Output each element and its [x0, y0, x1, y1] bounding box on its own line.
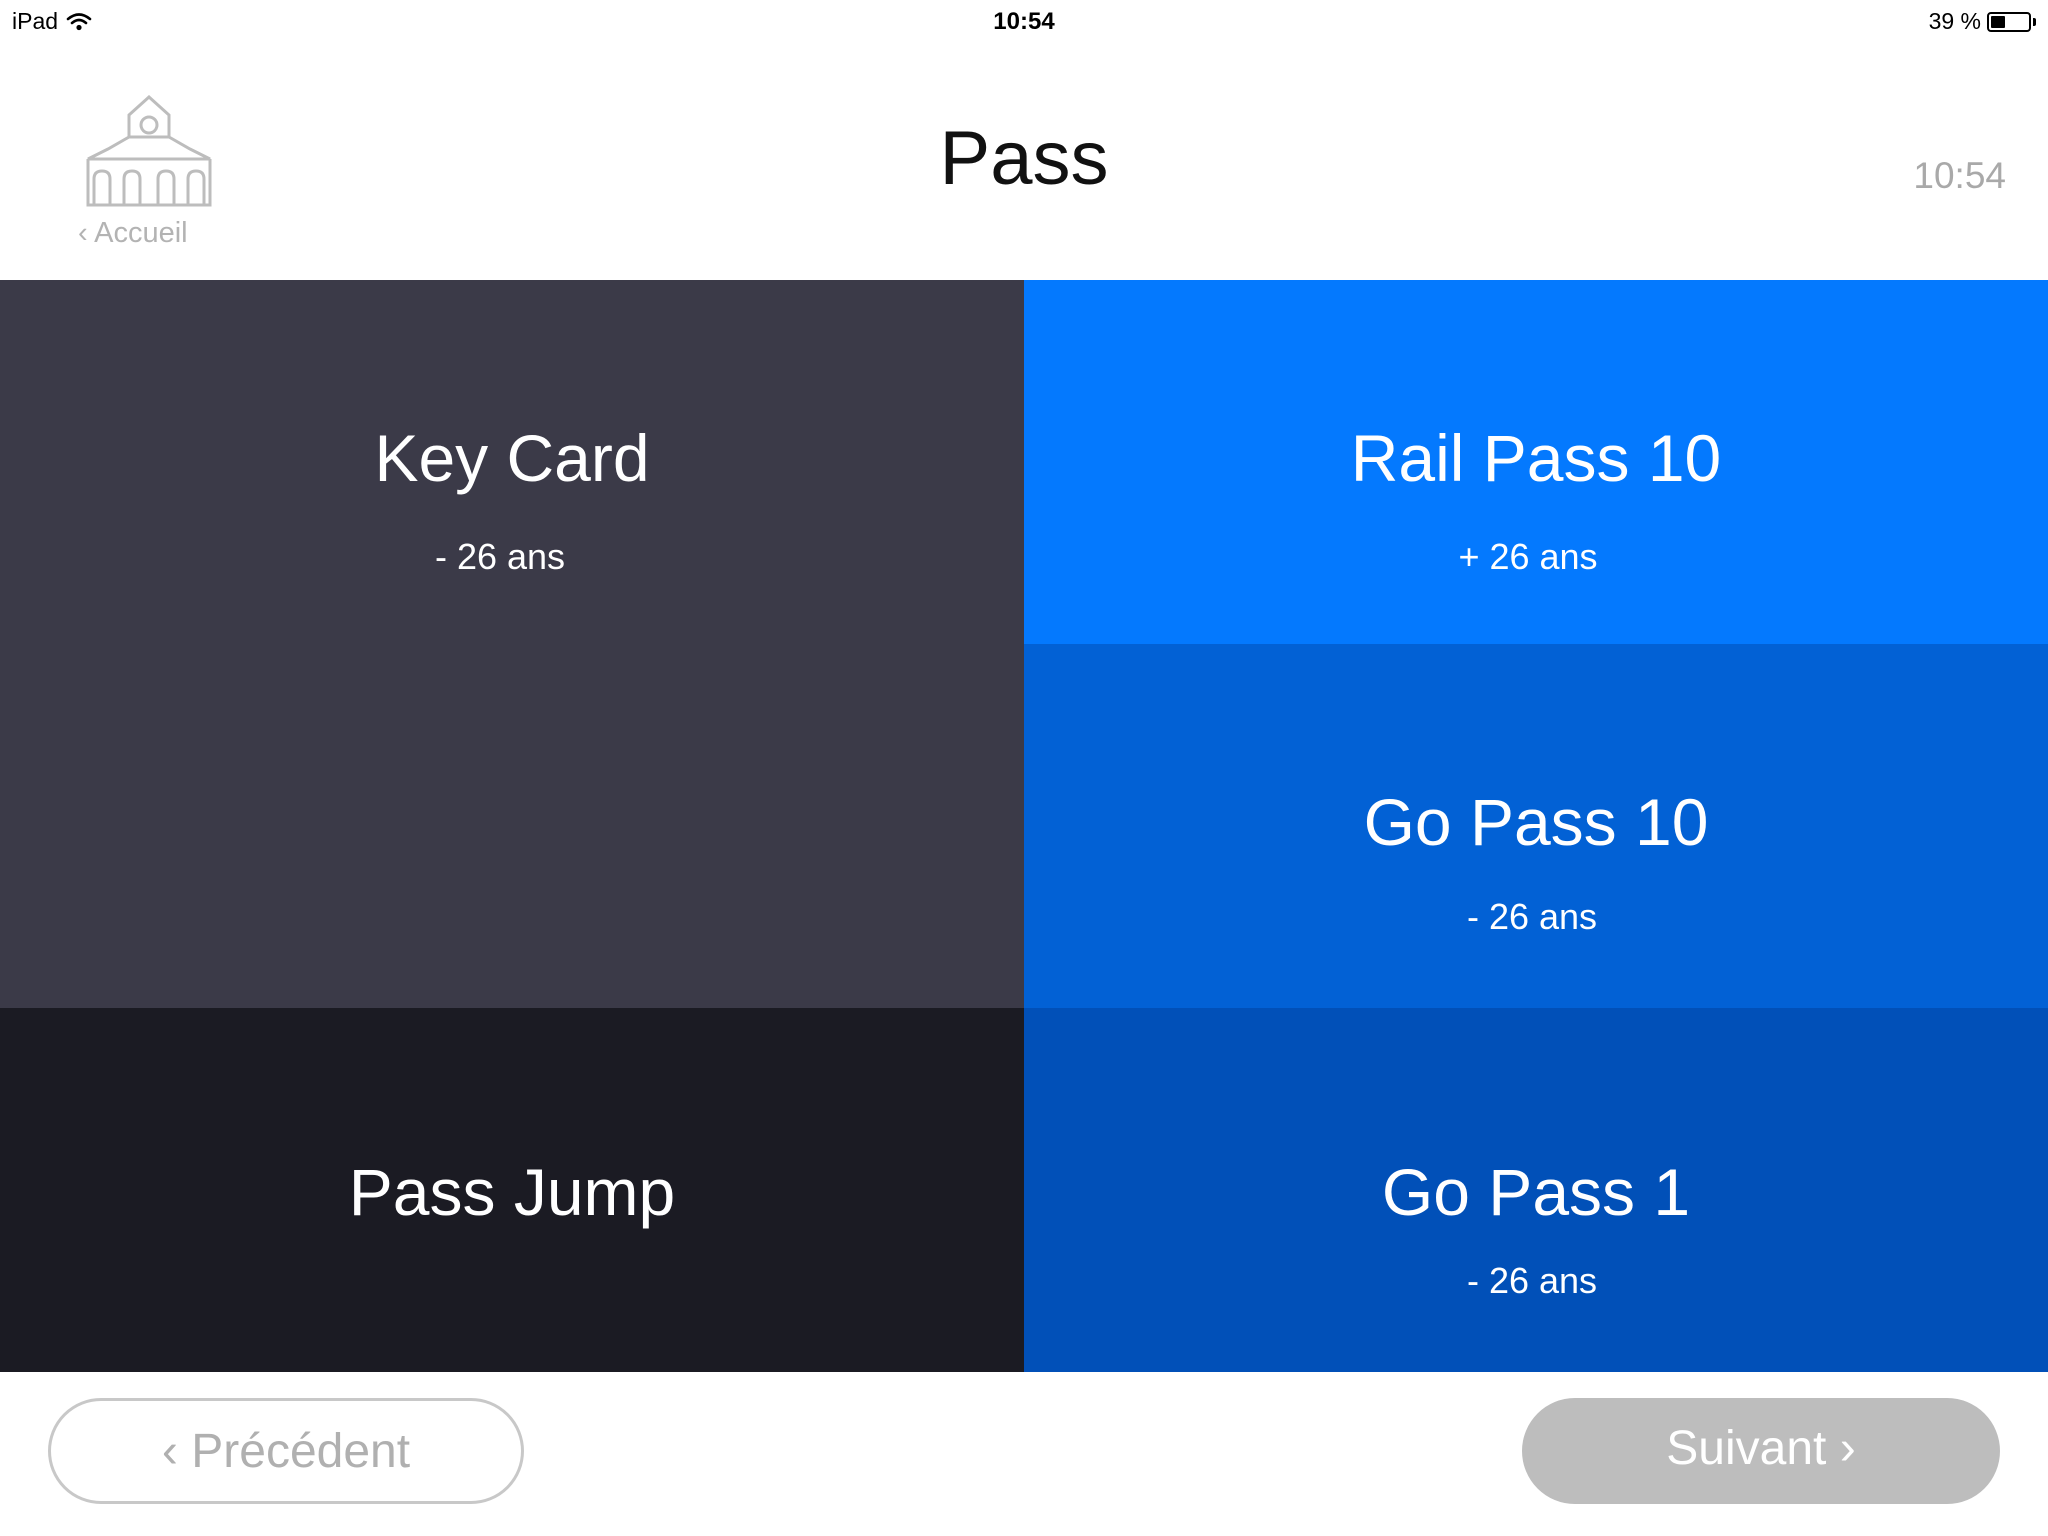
tile-pass-jump[interactable]: Pass Jump: [0, 1008, 1024, 1372]
tile-title: Pass Jump: [348, 1155, 676, 1229]
next-button[interactable]: Suivant ›: [1522, 1398, 2000, 1504]
tile-key-card[interactable]: Key Card - 26 ans: [0, 280, 1024, 1008]
status-time: 10:54: [993, 8, 1055, 35]
tile-title: Go Pass 10: [1363, 785, 1709, 859]
tile-go-pass-10[interactable]: Go Pass 10 - 26 ans: [1024, 644, 2048, 1008]
tile-subtitle: + 26 ans: [1458, 536, 1598, 577]
battery-icon: [1987, 11, 2031, 32]
header-clock: 10:54: [1913, 155, 2006, 196]
tile-subtitle: - 26 ans: [1466, 896, 1598, 937]
status-right: 39 %: [1929, 8, 2036, 35]
previous-button[interactable]: ‹ Précédent: [48, 1398, 524, 1504]
tile-title: Go Pass 1: [1381, 1155, 1691, 1229]
tile-subtitle: - 26 ans: [1466, 1260, 1598, 1301]
tile-rail-pass-10[interactable]: Rail Pass 10 + 26 ans: [1024, 280, 2048, 644]
battery-percent: 39 %: [1928, 8, 1981, 34]
home-label: ‹ Accueil: [78, 217, 188, 249]
status-bar: iPad 10:54 39 %: [0, 0, 2048, 40]
header: ‹ Accueil Pass 10:54: [0, 40, 2048, 280]
tile-title: Key Card: [374, 421, 650, 495]
tile-go-pass-1[interactable]: Go Pass 1 - 26 ans: [1024, 1008, 2048, 1372]
tile-title: Rail Pass 10: [1350, 421, 1722, 495]
tile-subtitle: - 26 ans: [434, 536, 566, 577]
page-title: Pass: [939, 116, 1109, 201]
battery-tip: [2033, 17, 2036, 26]
battery-level: [1991, 15, 2005, 28]
